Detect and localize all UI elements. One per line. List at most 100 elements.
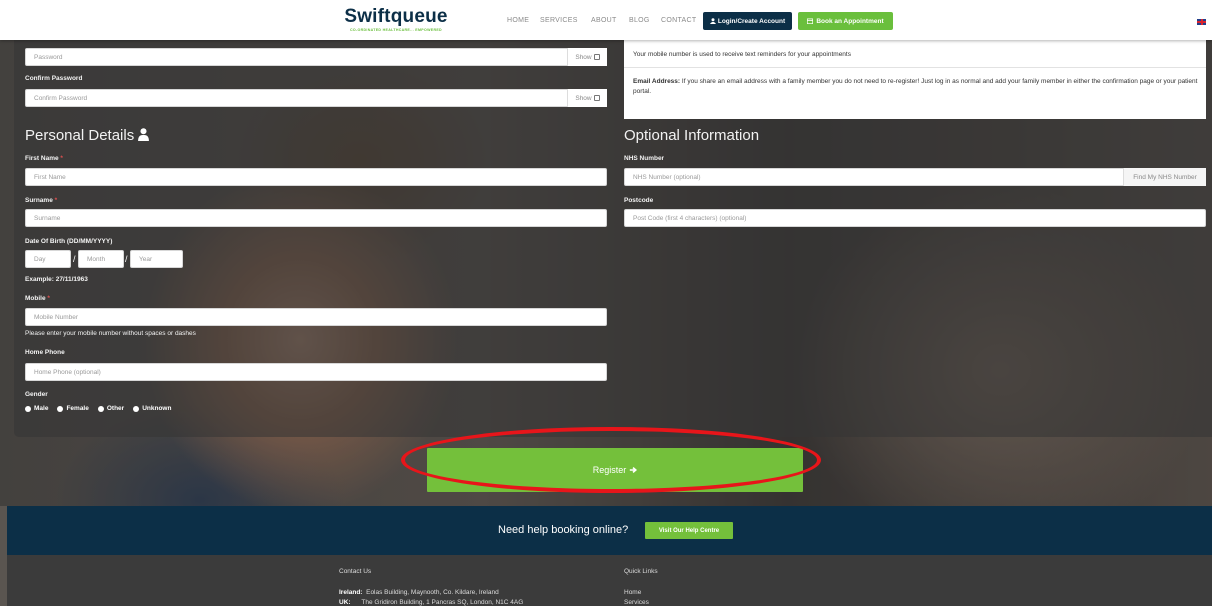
home-phone-placeholder: Home Phone (optional) bbox=[34, 368, 101, 376]
site-header: Swiftqueue CO-ORDINATED HEALTHCARE... EM… bbox=[0, 0, 1212, 40]
find-nhs-number-button[interactable]: Find My NHS Number bbox=[1123, 168, 1206, 186]
home-phone-input[interactable]: Home Phone (optional) bbox=[25, 363, 607, 381]
footer-link-services[interactable]: Services bbox=[624, 599, 649, 606]
gender-label: Gender bbox=[25, 391, 48, 398]
surname-label-text: Surname bbox=[25, 197, 53, 204]
calendar-icon bbox=[807, 18, 814, 24]
gender-radio-unknown[interactable]: Unknown bbox=[133, 405, 171, 412]
nhs-number-placeholder: NHS Number (optional) bbox=[633, 173, 701, 181]
nav-about[interactable]: ABOUT bbox=[591, 17, 617, 24]
email-note-heading: Email Address: bbox=[633, 78, 681, 85]
personal-details-title: Personal Details bbox=[25, 127, 150, 144]
logo-text: Swiftqueue bbox=[344, 6, 448, 27]
info-box: Your mobile number is used to receive te… bbox=[624, 40, 1206, 119]
footer-link-home[interactable]: Home bbox=[624, 589, 641, 596]
first-name-label-text: First Name bbox=[25, 155, 59, 162]
surname-placeholder: Surname bbox=[34, 214, 61, 222]
login-label: Login/Create Account bbox=[717, 17, 786, 25]
confirm-password-input[interactable]: Confirm Password bbox=[25, 89, 607, 107]
gender-option-label: Male bbox=[34, 405, 49, 412]
nhs-number-label: NHS Number bbox=[624, 155, 665, 162]
book-appointment-button[interactable]: Book an Appointment bbox=[798, 12, 893, 30]
dob-year-placeholder: Year bbox=[139, 255, 153, 263]
help-centre-label: Visit Our Help Centre bbox=[658, 527, 720, 534]
mobile-input[interactable]: Mobile Number bbox=[25, 308, 607, 326]
find-nhs-number-label: Find My NHS Number bbox=[1133, 173, 1197, 181]
home-phone-label: Home Phone bbox=[25, 349, 65, 356]
dob-separator: / bbox=[125, 254, 128, 264]
dob-separator: / bbox=[73, 254, 76, 264]
first-name-placeholder: First Name bbox=[34, 173, 66, 181]
mobile-hint: Please enter your mobile number without … bbox=[25, 330, 196, 337]
email-note-text: If you share an email address with a fam… bbox=[633, 78, 1198, 95]
dob-year-input[interactable]: Year bbox=[130, 250, 183, 268]
mobile-label-text: Mobile bbox=[25, 295, 46, 302]
nhs-number-input[interactable]: NHS Number (optional) bbox=[624, 168, 1206, 186]
divider bbox=[624, 67, 1206, 68]
register-button[interactable]: Register bbox=[427, 448, 803, 492]
contact-us-heading: Contact Us bbox=[339, 568, 372, 575]
radio-icon bbox=[97, 405, 104, 412]
first-name-label: First Name * bbox=[25, 155, 63, 162]
uk-flag-icon[interactable] bbox=[1197, 19, 1206, 25]
dob-day-input[interactable]: Day bbox=[25, 250, 71, 268]
mobile-placeholder: Mobile Number bbox=[34, 313, 79, 321]
postcode-input[interactable]: Post Code (first 4 characters) (optional… bbox=[624, 209, 1206, 227]
nav-blog[interactable]: BLOG bbox=[629, 17, 650, 24]
book-label: Book an Appointment bbox=[816, 17, 884, 25]
postcode-label: Postcode bbox=[624, 197, 654, 204]
site-footer bbox=[7, 555, 1212, 606]
user-icon bbox=[709, 18, 716, 24]
personal-details-title-text: Personal Details bbox=[25, 127, 135, 144]
confirm-password-placeholder: Confirm Password bbox=[34, 94, 88, 102]
uk-label: UK: bbox=[339, 599, 351, 606]
surname-input[interactable]: Surname bbox=[25, 209, 607, 227]
checkbox-icon bbox=[593, 95, 600, 101]
dob-example: Example: 27/11/1963 bbox=[25, 276, 88, 283]
password-placeholder: Password bbox=[34, 53, 63, 61]
postcode-placeholder: Post Code (first 4 characters) (optional… bbox=[633, 214, 747, 222]
surname-label: Surname * bbox=[25, 197, 57, 204]
logo-tagline: CO-ORDINATED HEALTHCARE... EMPOWERED bbox=[350, 28, 442, 32]
quick-links-heading: Quick Links bbox=[624, 568, 658, 575]
dob-month-input[interactable]: Month bbox=[78, 250, 124, 268]
gender-radio-group: Male Female Other Unknown bbox=[25, 405, 171, 412]
nav-contact[interactable]: CONTACT bbox=[661, 17, 696, 24]
email-note: Email Address: If you share an email add… bbox=[633, 77, 1201, 97]
gender-radio-other[interactable]: Other bbox=[97, 405, 125, 412]
confirm-password-label: Confirm Password bbox=[25, 75, 83, 82]
password-show-toggle[interactable]: Show bbox=[567, 48, 607, 66]
ireland-label: Ireland: bbox=[339, 589, 363, 596]
gender-option-label: Other bbox=[106, 405, 125, 412]
gender-option-label: Unknown bbox=[142, 405, 172, 412]
mobile-label: Mobile * bbox=[25, 295, 50, 302]
nav-home[interactable]: HOME bbox=[507, 17, 529, 24]
required-marker: * bbox=[60, 155, 63, 162]
radio-icon bbox=[133, 405, 140, 412]
uk-address: UK: The Gridiron Building, 1 Pancras SQ,… bbox=[339, 599, 523, 606]
required-marker: * bbox=[54, 197, 58, 204]
mobile-note: Your mobile number is used to receive te… bbox=[633, 51, 851, 58]
swiftqueue-logo[interactable]: Swiftqueue CO-ORDINATED HEALTHCARE... EM… bbox=[341, 6, 451, 33]
gender-radio-female[interactable]: Female bbox=[57, 405, 89, 412]
optional-info-title: Optional Information bbox=[624, 127, 760, 144]
confirm-show-label: Show bbox=[575, 94, 592, 102]
password-show-label: Show bbox=[575, 53, 592, 61]
ireland-address: Ireland: Eolas Building, Maynooth, Co. K… bbox=[339, 589, 499, 596]
dob-day-placeholder: Day bbox=[34, 255, 46, 263]
help-text: Need help booking online? bbox=[498, 524, 629, 536]
gender-radio-male[interactable]: Male bbox=[25, 405, 48, 412]
radio-icon bbox=[57, 405, 64, 412]
gender-option-label: Female bbox=[66, 405, 89, 412]
help-centre-button[interactable]: Visit Our Help Centre bbox=[645, 522, 733, 539]
uk-address-text: The Gridiron Building, 1 Pancras SQ, Lon… bbox=[361, 599, 524, 606]
dob-month-placeholder: Month bbox=[87, 255, 106, 263]
required-marker: * bbox=[47, 295, 50, 302]
ireland-address-text: Eolas Building, Maynooth, Co. Kildare, I… bbox=[366, 589, 499, 596]
checkbox-icon bbox=[593, 54, 600, 60]
nav-services[interactable]: SERVICES bbox=[540, 17, 578, 24]
confirm-password-show-toggle[interactable]: Show bbox=[567, 89, 607, 107]
first-name-input[interactable]: First Name bbox=[25, 168, 607, 186]
password-input[interactable]: Password bbox=[25, 48, 607, 66]
login-create-account-button[interactable]: Login/Create Account bbox=[703, 12, 792, 30]
